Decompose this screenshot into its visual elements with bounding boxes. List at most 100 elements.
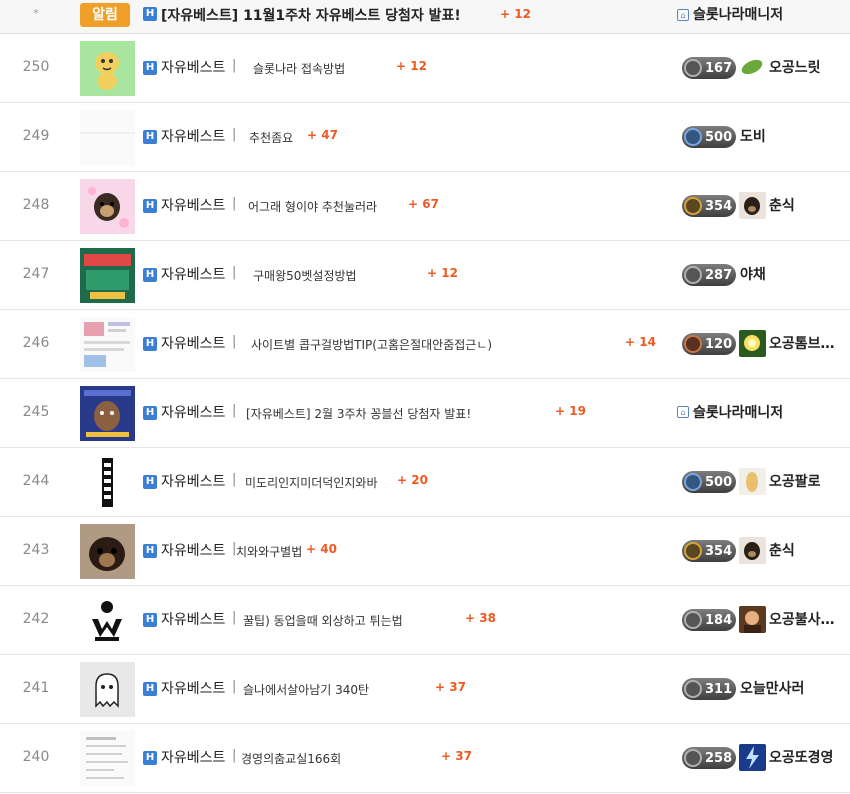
- category-separator: |: [232, 127, 237, 142]
- comment-count[interactable]: + 47: [307, 128, 338, 142]
- post-title-link[interactable]: 슬나에서살아남기 340탄: [243, 681, 369, 698]
- post-title-link[interactable]: 구매왕50벳설정방법: [253, 267, 357, 284]
- author-name[interactable]: 슬롯나라매니저: [693, 4, 783, 24]
- level-gem-icon: [684, 680, 702, 698]
- author-name[interactable]: 오늘만사러: [740, 678, 804, 698]
- level-gem-icon: [684, 266, 702, 284]
- category-separator: |: [232, 58, 237, 73]
- hot-category-icon: H: [143, 751, 157, 765]
- category-separator: |: [232, 472, 237, 487]
- post-number: 250: [22, 59, 50, 75]
- post-thumbnail[interactable]: [80, 731, 135, 786]
- post-title-link[interactable]: 사이트별 콥구걸방법TIP(고홈은절대안줌접근ㄴ): [251, 336, 492, 353]
- author-name[interactable]: 오공톰브…: [769, 333, 835, 353]
- comment-count[interactable]: + 40: [306, 542, 337, 556]
- post-row[interactable]: 245 H 자유베스트 | [자유베스트] 2월 3주차 꽁블선 당첨자 발표!…: [0, 379, 850, 448]
- level-badge: 167: [682, 57, 737, 79]
- post-title-link[interactable]: 미도리인지미더덕인지와바: [245, 474, 377, 491]
- hot-category-icon: H: [143, 199, 157, 213]
- author-name[interactable]: 도비: [740, 126, 766, 146]
- author-name[interactable]: 춘식: [769, 540, 795, 560]
- manager-icon: ⌂: [677, 9, 689, 21]
- post-thumbnail[interactable]: [80, 593, 135, 648]
- post-title-link[interactable]: 경영의춤교실166회: [241, 750, 341, 767]
- post-row[interactable]: 250 H 자유베스트 | 슬롯나라 접속방법 + 12 167 오공느릿: [0, 34, 850, 103]
- post-row[interactable]: 247 H 자유베스트 | 구매왕50벳설정방법 + 12 287 야채: [0, 241, 850, 310]
- post-category: 자유베스트: [161, 129, 226, 145]
- author-name[interactable]: 야채: [740, 264, 766, 284]
- comment-count[interactable]: + 12: [427, 266, 458, 280]
- notice-row[interactable]: * 알림 H [자유베스트] 11월1주차 자유베스트 당첨자 발표! + 12…: [0, 0, 850, 34]
- level-number: 500: [705, 129, 733, 145]
- category-separator: |: [232, 403, 237, 418]
- post-number: 249: [22, 128, 50, 144]
- post-number: 245: [22, 404, 50, 420]
- post-row[interactable]: 243 H 자유베스트 | 치와와구별법 + 40 354 춘식: [0, 517, 850, 586]
- post-thumbnail[interactable]: [80, 455, 135, 510]
- comment-count[interactable]: + 38: [465, 611, 496, 625]
- post-category: 자유베스트: [161, 612, 226, 628]
- level-badge: 258: [682, 747, 737, 769]
- level-badge: 354: [682, 540, 737, 562]
- post-row[interactable]: 244 H 자유베스트 | 미도리인지미더덕인지와바 + 20 500 오공팔로: [0, 448, 850, 517]
- author-name[interactable]: 오공느릿: [769, 57, 821, 77]
- post-row[interactable]: 240 H 자유베스트 | 경영의춤교실166회 + 37 258 오공또경영: [0, 724, 850, 793]
- comment-count[interactable]: + 12: [500, 7, 531, 21]
- author-name[interactable]: 슬롯나라매니저: [693, 402, 783, 422]
- post-number: 247: [22, 266, 50, 282]
- post-category: 자유베스트: [161, 60, 226, 76]
- category-separator: |: [232, 679, 237, 694]
- level-badge: 120: [682, 333, 737, 355]
- comment-count[interactable]: + 37: [441, 749, 472, 763]
- notice-title-link[interactable]: [자유베스트] 11월1주차 자유베스트 당첨자 발표!: [161, 5, 461, 25]
- author-name[interactable]: 오공또경영: [769, 747, 833, 767]
- manager-icon: ⌂: [677, 406, 689, 418]
- post-row[interactable]: 246 H 자유베스트 | 사이트별 콥구걸방법TIP(고홈은절대안줌접근ㄴ) …: [0, 310, 850, 379]
- comment-count[interactable]: + 12: [396, 59, 427, 73]
- level-gem-icon: [684, 611, 702, 629]
- post-number: 242: [22, 611, 50, 627]
- notice-number: *: [33, 7, 39, 20]
- post-number: 246: [22, 335, 50, 351]
- post-title-link[interactable]: 추천좀요: [249, 129, 293, 146]
- comment-count[interactable]: + 67: [408, 197, 439, 211]
- post-thumbnail[interactable]: [80, 248, 135, 303]
- author-name[interactable]: 오공불사…: [769, 609, 835, 629]
- post-thumbnail[interactable]: [80, 524, 135, 579]
- comment-count[interactable]: + 20: [397, 473, 428, 487]
- post-category: 자유베스트: [161, 405, 226, 421]
- post-title-link[interactable]: 슬롯나라 접속방법: [253, 60, 345, 77]
- post-thumbnail[interactable]: [80, 179, 135, 234]
- post-title-link[interactable]: 꿀팁) 동업을때 외상하고 튀는법: [243, 612, 403, 629]
- level-badge: 500: [682, 126, 737, 148]
- author-name[interactable]: 오공팔로: [769, 471, 821, 491]
- post-category: 자유베스트: [161, 543, 226, 559]
- coin-avatar: [739, 468, 766, 495]
- post-thumbnail[interactable]: [80, 386, 135, 441]
- level-number: 311: [705, 681, 733, 697]
- post-title-link[interactable]: 어그래 형이야 추천눌러라: [248, 198, 377, 215]
- post-thumbnail[interactable]: [80, 110, 135, 165]
- post-thumbnail[interactable]: [80, 662, 135, 717]
- character-avatar: [739, 606, 766, 633]
- post-title-link[interactable]: 치와와구별법: [236, 543, 302, 560]
- comment-count[interactable]: + 37: [435, 680, 466, 694]
- post-row[interactable]: 241 H 자유베스트 | 슬나에서살아남기 340탄 + 37 311 오늘만…: [0, 655, 850, 724]
- level-gem-icon: [684, 59, 702, 77]
- author-name[interactable]: 춘식: [769, 195, 795, 215]
- post-category: 자유베스트: [161, 336, 226, 352]
- post-title-link[interactable]: [자유베스트] 2월 3주차 꽁블선 당첨자 발표!: [246, 405, 471, 422]
- comment-count[interactable]: + 19: [555, 404, 586, 418]
- post-thumbnail[interactable]: [80, 317, 135, 372]
- category-separator: |: [232, 334, 237, 349]
- post-row[interactable]: 248 H 자유베스트 | 어그래 형이야 추천눌러라 + 67 354 춘식: [0, 172, 850, 241]
- post-row[interactable]: 249 H 자유베스트 | 추천좀요 + 47 500 도비: [0, 103, 850, 172]
- level-badge: 184: [682, 609, 737, 631]
- hot-category-icon: H: [143, 544, 157, 558]
- post-row[interactable]: 242 H 자유베스트 | 꿀팁) 동업을때 외상하고 튀는법 + 38 184…: [0, 586, 850, 655]
- category-separator: |: [232, 748, 237, 763]
- lightning-avatar: [739, 744, 766, 771]
- post-thumbnail[interactable]: [80, 41, 135, 96]
- comment-count[interactable]: + 14: [625, 335, 656, 349]
- notice-badge: 알림: [80, 3, 130, 27]
